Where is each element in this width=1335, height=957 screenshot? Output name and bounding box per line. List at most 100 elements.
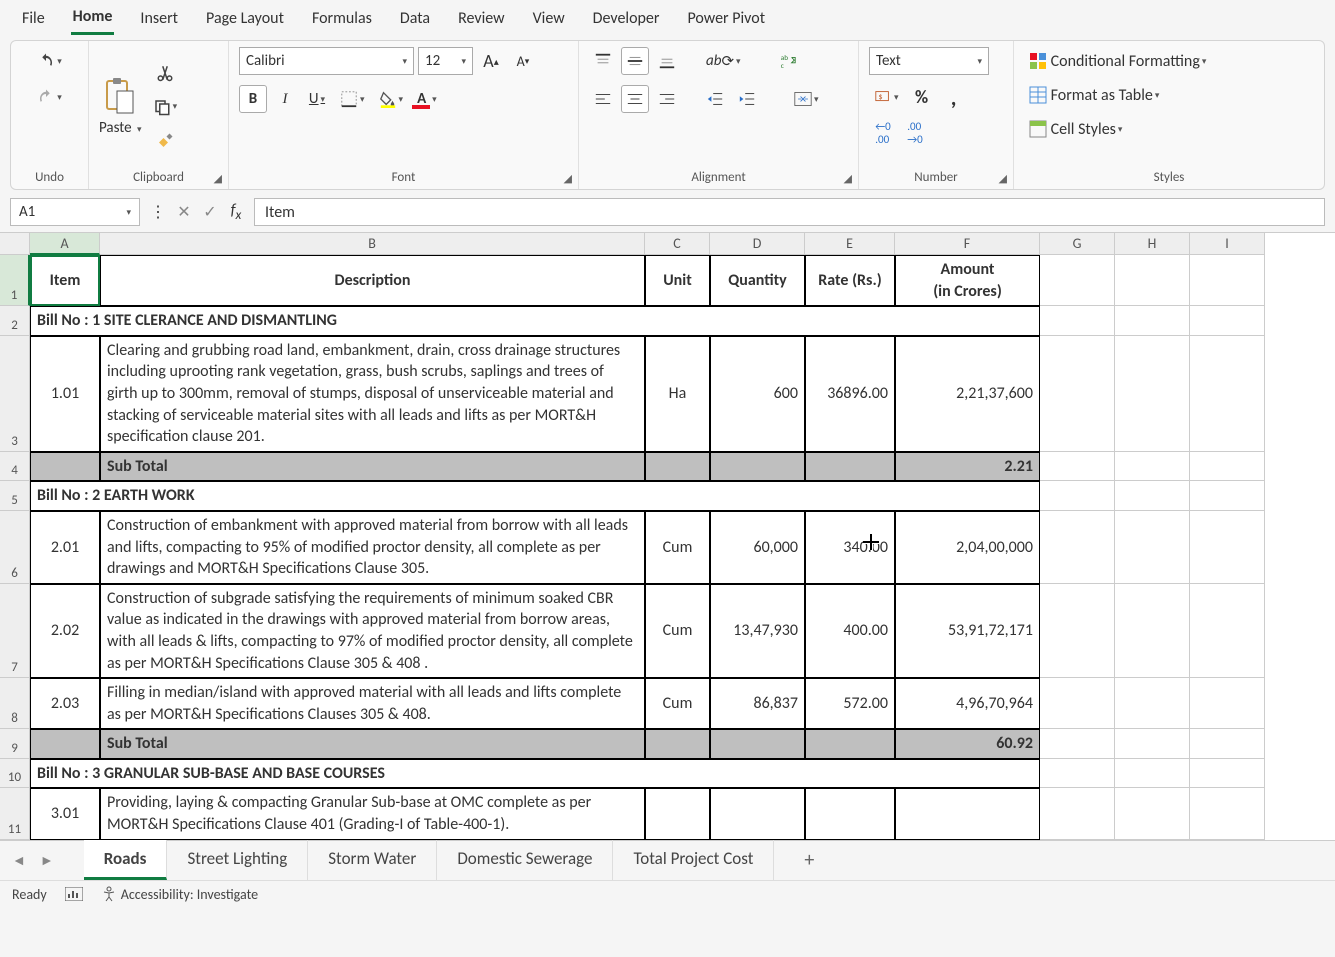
orientation-button[interactable]: ab⟳▾ (701, 47, 746, 75)
cut-button[interactable] (151, 59, 179, 87)
cell[interactable]: Ha (645, 336, 710, 452)
cell[interactable]: Bill No : 2 EARTH WORK (30, 481, 1040, 511)
format-as-table-button[interactable]: Format as Table▾ (1024, 81, 1164, 109)
cell[interactable] (1190, 788, 1265, 839)
percent-icon[interactable]: % (908, 83, 936, 111)
cell[interactable]: Cum (645, 511, 710, 584)
fill-color-button[interactable]: ▾ (374, 85, 409, 113)
alignment-launcher-icon[interactable]: ◢ (844, 172, 852, 185)
cell[interactable] (645, 788, 710, 839)
increase-indent-icon[interactable] (733, 85, 761, 113)
cell[interactable]: Rate (Rs.) (805, 255, 895, 306)
row-number[interactable]: 2 (0, 306, 30, 336)
sheet-tab-total-project-cost[interactable]: Total Project Cost (613, 840, 774, 880)
cell[interactable] (805, 452, 895, 482)
col-header-C[interactable]: C (645, 233, 710, 255)
row-number[interactable]: 8 (0, 678, 30, 729)
cell[interactable] (1040, 452, 1115, 482)
enter-icon[interactable]: ✓ (198, 202, 222, 222)
cell[interactable] (1190, 481, 1265, 511)
cell[interactable] (1115, 481, 1190, 511)
menu-page-layout[interactable]: Page Layout (204, 3, 286, 34)
cell[interactable]: Item (30, 255, 100, 306)
font-launcher-icon[interactable]: ◢ (564, 172, 572, 185)
cell[interactable] (710, 788, 805, 839)
cell[interactable] (1040, 584, 1115, 678)
number-launcher-icon[interactable]: ◢ (999, 172, 1007, 185)
menu-developer[interactable]: Developer (591, 3, 662, 34)
cell[interactable] (1115, 759, 1190, 789)
accessibility-status[interactable]: Accessibility: Investigate (101, 886, 258, 903)
cell[interactable] (1190, 584, 1265, 678)
align-middle-icon[interactable] (621, 47, 649, 75)
bold-button[interactable]: B (239, 85, 267, 113)
cell[interactable] (1040, 255, 1115, 306)
cell[interactable] (1115, 306, 1190, 336)
font-name-combo[interactable]: Calibri▾ (239, 47, 414, 75)
cell[interactable]: 13,47,930 (710, 584, 805, 678)
cell[interactable]: 2.02 (30, 584, 100, 678)
tab-nav-prev-icon[interactable]: ◄ (12, 852, 26, 869)
cell[interactable] (1115, 678, 1190, 729)
cell[interactable]: Construction of embankment with approved… (100, 511, 645, 584)
cell[interactable] (645, 452, 710, 482)
cell[interactable]: 2.03 (30, 678, 100, 729)
cell[interactable]: Cum (645, 584, 710, 678)
format-painter-button[interactable] (151, 127, 179, 155)
decrease-font-icon[interactable]: A▾ (509, 47, 537, 75)
col-header-G[interactable]: G (1040, 233, 1115, 255)
increase-decimal-icon[interactable]: ←0.00 (869, 119, 897, 147)
cell[interactable] (1190, 255, 1265, 306)
cell[interactable]: 2,04,00,000 (895, 511, 1040, 584)
cell[interactable] (1115, 788, 1190, 839)
row-number[interactable]: 7 (0, 584, 30, 678)
cell[interactable]: 60.92 (895, 729, 1040, 759)
cell[interactable] (1040, 481, 1115, 511)
cell[interactable] (710, 729, 805, 759)
cell[interactable] (1115, 336, 1190, 452)
row-number[interactable]: 4 (0, 452, 30, 482)
col-header-A[interactable]: A (30, 233, 100, 255)
col-header-B[interactable]: B (100, 233, 645, 255)
cell[interactable] (1115, 584, 1190, 678)
cell[interactable]: 60,000 (710, 511, 805, 584)
copy-button[interactable]: ▾ (148, 93, 183, 121)
row-number[interactable]: 6 (0, 511, 30, 584)
select-all-corner[interactable] (0, 233, 30, 255)
cell[interactable] (805, 788, 895, 839)
cell[interactable] (1190, 336, 1265, 452)
cell[interactable] (1115, 452, 1190, 482)
cell[interactable] (1040, 511, 1115, 584)
row-number[interactable]: 3 (0, 336, 30, 452)
menu-file[interactable]: File (20, 3, 47, 34)
font-size-combo[interactable]: 12▾ (418, 47, 473, 75)
decrease-indent-icon[interactable] (701, 85, 729, 113)
sheet-tab-roads[interactable]: Roads (84, 840, 168, 880)
row-number[interactable]: 5 (0, 481, 30, 511)
col-header-D[interactable]: D (710, 233, 805, 255)
paste-button[interactable]: Paste ▾ (99, 77, 142, 137)
add-sheet-button[interactable]: + (804, 848, 814, 872)
cell[interactable]: Sub Total (100, 729, 645, 759)
cell[interactable] (805, 729, 895, 759)
cell[interactable]: 4,96,70,964 (895, 678, 1040, 729)
cell[interactable]: Clearing and grubbing road land, embankm… (100, 336, 645, 452)
cancel-icon[interactable]: ✕ (172, 202, 196, 222)
fx-icon[interactable]: fx (224, 201, 248, 223)
menu-data[interactable]: Data (398, 3, 432, 34)
menu-review[interactable]: Review (456, 3, 507, 34)
cell[interactable]: 36896.00 (805, 336, 895, 452)
cell[interactable] (710, 452, 805, 482)
cell[interactable] (895, 788, 1040, 839)
cell[interactable]: Quantity (710, 255, 805, 306)
cell[interactable]: Amount(in Crores) (895, 255, 1040, 306)
col-header-H[interactable]: H (1115, 233, 1190, 255)
align-bottom-icon[interactable] (653, 47, 681, 75)
cell[interactable]: Providing, laying & compacting Granular … (100, 788, 645, 839)
cell[interactable]: Bill No : 1 SITE CLERANCE AND DISMANTLIN… (30, 306, 1040, 336)
menu-view[interactable]: View (531, 3, 567, 34)
cell[interactable]: Description (100, 255, 645, 306)
stats-icon[interactable] (65, 887, 83, 901)
cell[interactable] (1040, 306, 1115, 336)
cell[interactable]: 86,837 (710, 678, 805, 729)
